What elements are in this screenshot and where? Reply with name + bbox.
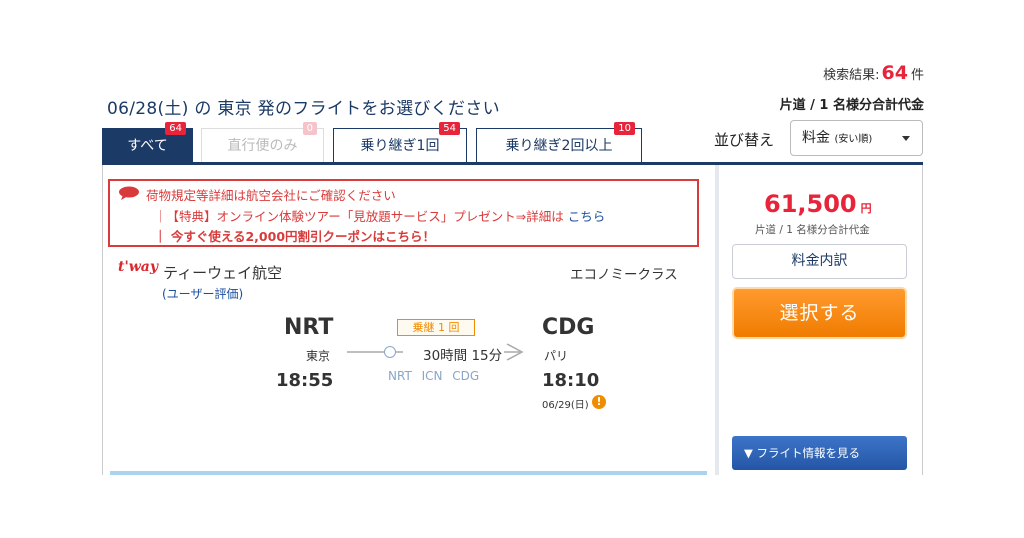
warning-icon[interactable]: !: [592, 395, 606, 409]
departure-airport-code: NRT: [284, 315, 334, 340]
notice-baggage: 荷物規定等詳細は航空会社にご確認ください: [146, 188, 396, 203]
tab-all[interactable]: すべて 64: [102, 122, 193, 162]
fare-note: 片道 / 1 名様分合計代金: [755, 224, 870, 236]
airline-name: ティーウェイ航空: [163, 264, 283, 282]
notice-box: 荷物規定等詳細は航空会社にご確認ください ｜【特典】オンライン体験ツアー「見放題…: [108, 179, 699, 247]
arrival-airport-code: CDG: [542, 315, 595, 340]
page-title: 06/28(土) の 東京 発のフライトをお選びください: [107, 99, 500, 119]
departure-time: 18:55: [276, 370, 334, 391]
user-rating-link[interactable]: (ユーザー評価): [162, 285, 243, 302]
tab-two-plus-label: 乗り継ぎ2回以上: [505, 138, 613, 154]
fare-amount: 61,500: [764, 190, 857, 218]
sort-label: 並び替え: [714, 131, 775, 149]
departure-city: 東京: [306, 349, 331, 363]
tab-direct-only[interactable]: 直行便のみ 0: [201, 122, 324, 162]
clock-icon: [384, 346, 396, 358]
tab-one-transfer-count-badge: 54: [439, 122, 460, 135]
transfer-badge: 乗継 1 回: [397, 319, 475, 336]
fare-currency: 円: [860, 202, 872, 215]
tab-direct-label: 直行便のみ: [227, 138, 298, 154]
airline-logo: t'way: [118, 259, 159, 275]
chevron-down-icon: [902, 136, 910, 141]
sort-selected-value: 料金: [802, 130, 830, 146]
tab-one-transfer[interactable]: 乗り継ぎ1回 54: [333, 122, 467, 162]
notice-offer-text: ｜【特典】オンライン体験ツアー「見放題サービス」プレゼント⇒詳細は: [154, 209, 564, 224]
tab-two-plus-transfers[interactable]: 乗り継ぎ2回以上 10: [476, 122, 642, 162]
search-results-count: 検索結果: 64 件: [823, 62, 924, 84]
cabin-class: エコノミークラス: [570, 267, 678, 283]
results-label: 検索結果:: [823, 68, 880, 83]
tab-two-plus-count-badge: 10: [614, 122, 635, 135]
sort-selected-note: (安い順): [834, 134, 873, 145]
notice-offer-link[interactable]: こちら: [568, 209, 606, 224]
arrival-time: 18:10: [542, 370, 600, 391]
tab-one-transfer-label: 乗り継ぎ1回: [360, 138, 440, 154]
arrival-date: 06/29(日): [542, 400, 589, 411]
card-divider: [715, 165, 719, 475]
tab-all-count-badge: 64: [165, 122, 186, 135]
notice-coupon-link[interactable]: ｜ 今すぐ使える2,000円割引クーポンはこちら！: [154, 226, 435, 245]
sort-select[interactable]: 料金 (安い順): [790, 120, 923, 156]
card-bottom-bar: [110, 471, 707, 475]
tab-all-label: すべて: [127, 138, 168, 154]
arrival-city: パリ: [544, 349, 569, 363]
via-airports: NRT ICN CDG: [388, 369, 480, 383]
results-number: 64: [881, 62, 908, 84]
flight-duration: 30時間 15分: [403, 344, 505, 364]
select-flight-button[interactable]: 選択する: [732, 287, 907, 339]
tab-direct-count-badge: 0: [302, 122, 317, 135]
fare-breakdown-button[interactable]: 料金内訳: [732, 244, 907, 279]
flight-info-button[interactable]: ▼ フライト情報を見る: [732, 436, 907, 470]
fare-price: 61,500 円: [764, 190, 872, 218]
results-unit: 件: [910, 68, 924, 83]
notice-special-offer: ｜【特典】オンライン体験ツアー「見放題サービス」プレゼント⇒詳細は こちら: [154, 206, 605, 225]
card-right-border: [922, 165, 923, 475]
price-basis-label: 片道 / 1 名様分合計代金: [779, 98, 924, 113]
speech-bubble-icon: [119, 186, 139, 200]
